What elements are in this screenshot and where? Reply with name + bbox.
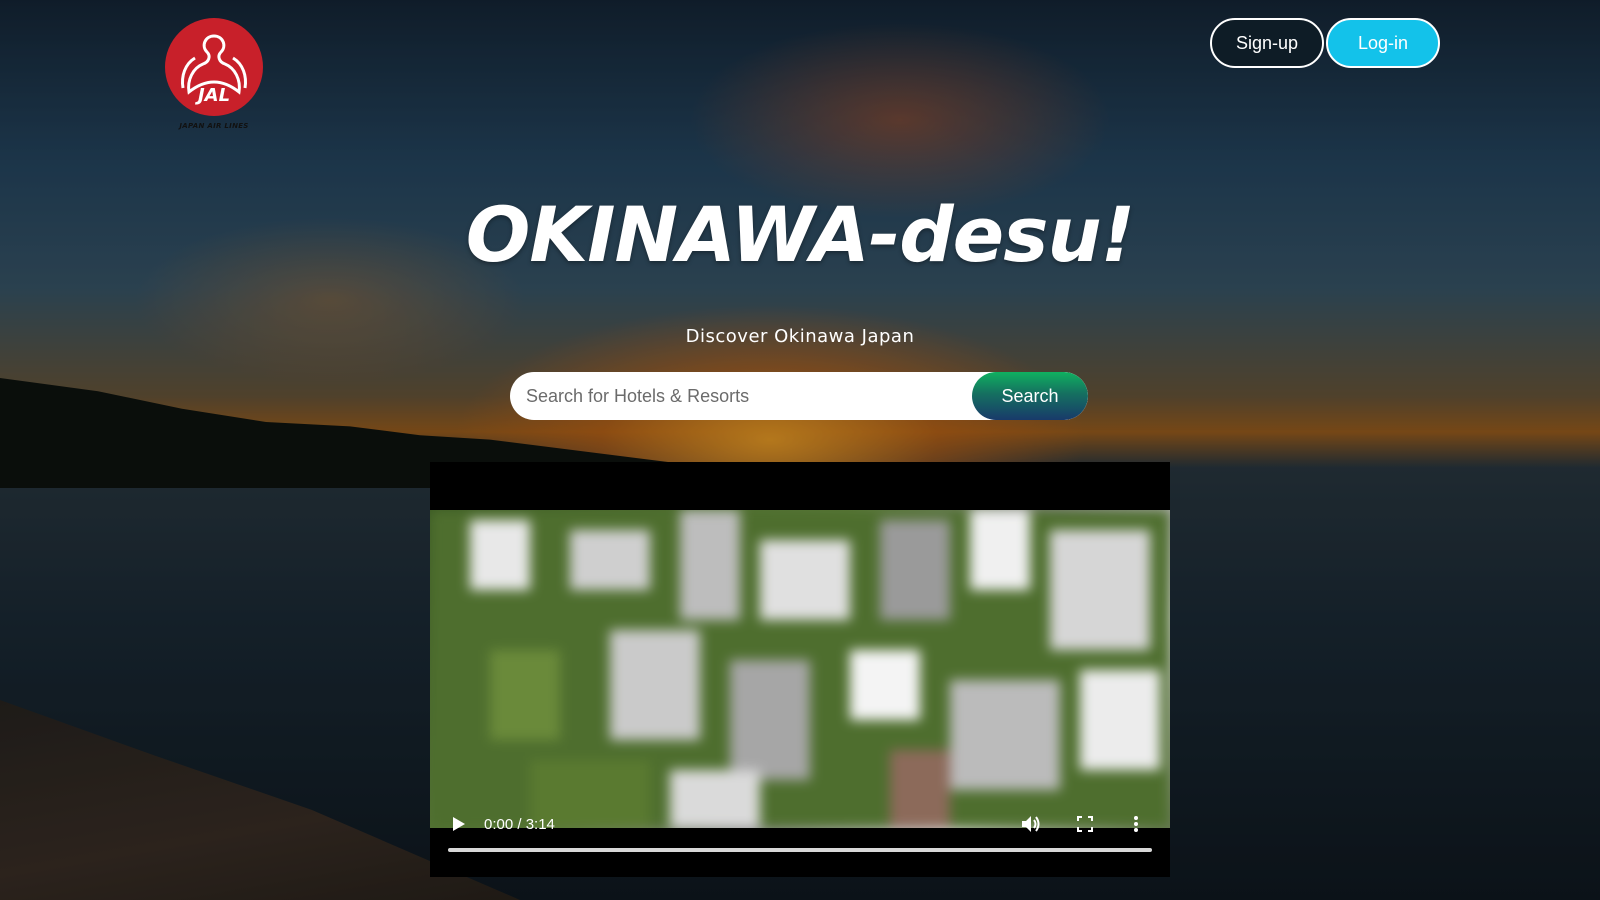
jal-logo[interactable]: JAL JAPAN AIR LINES [164, 18, 264, 132]
search-button[interactable]: Search [972, 372, 1088, 420]
search-bar: Search [510, 372, 1088, 420]
logo-circle: JAL [165, 18, 263, 116]
video-player[interactable]: 0:00 / 3:14 [430, 462, 1170, 877]
logo-text: JAL [197, 85, 231, 106]
hero-subtitle: Discover Okinawa Japan [685, 326, 915, 347]
video-thumbnail [430, 510, 1170, 828]
signup-button[interactable]: Sign-up [1210, 18, 1324, 68]
fullscreen-icon[interactable] [1076, 815, 1094, 833]
hero-title: OKINAWA-desu! [465, 190, 1135, 279]
more-options-icon[interactable] [1132, 814, 1140, 834]
video-progress-bar[interactable] [448, 848, 1152, 852]
play-icon[interactable] [450, 814, 468, 834]
login-button[interactable]: Log-in [1326, 18, 1440, 68]
auth-buttons: Sign-up Log-in [1210, 18, 1440, 68]
video-controls: 0:00 / 3:14 [430, 806, 1170, 842]
time-display: 0:00 / 3:14 [484, 815, 555, 833]
logo-subtext: JAPAN AIR LINES [179, 122, 249, 130]
video-frame[interactable] [430, 510, 1170, 828]
search-input[interactable] [510, 372, 972, 420]
volume-icon[interactable] [1020, 814, 1042, 834]
